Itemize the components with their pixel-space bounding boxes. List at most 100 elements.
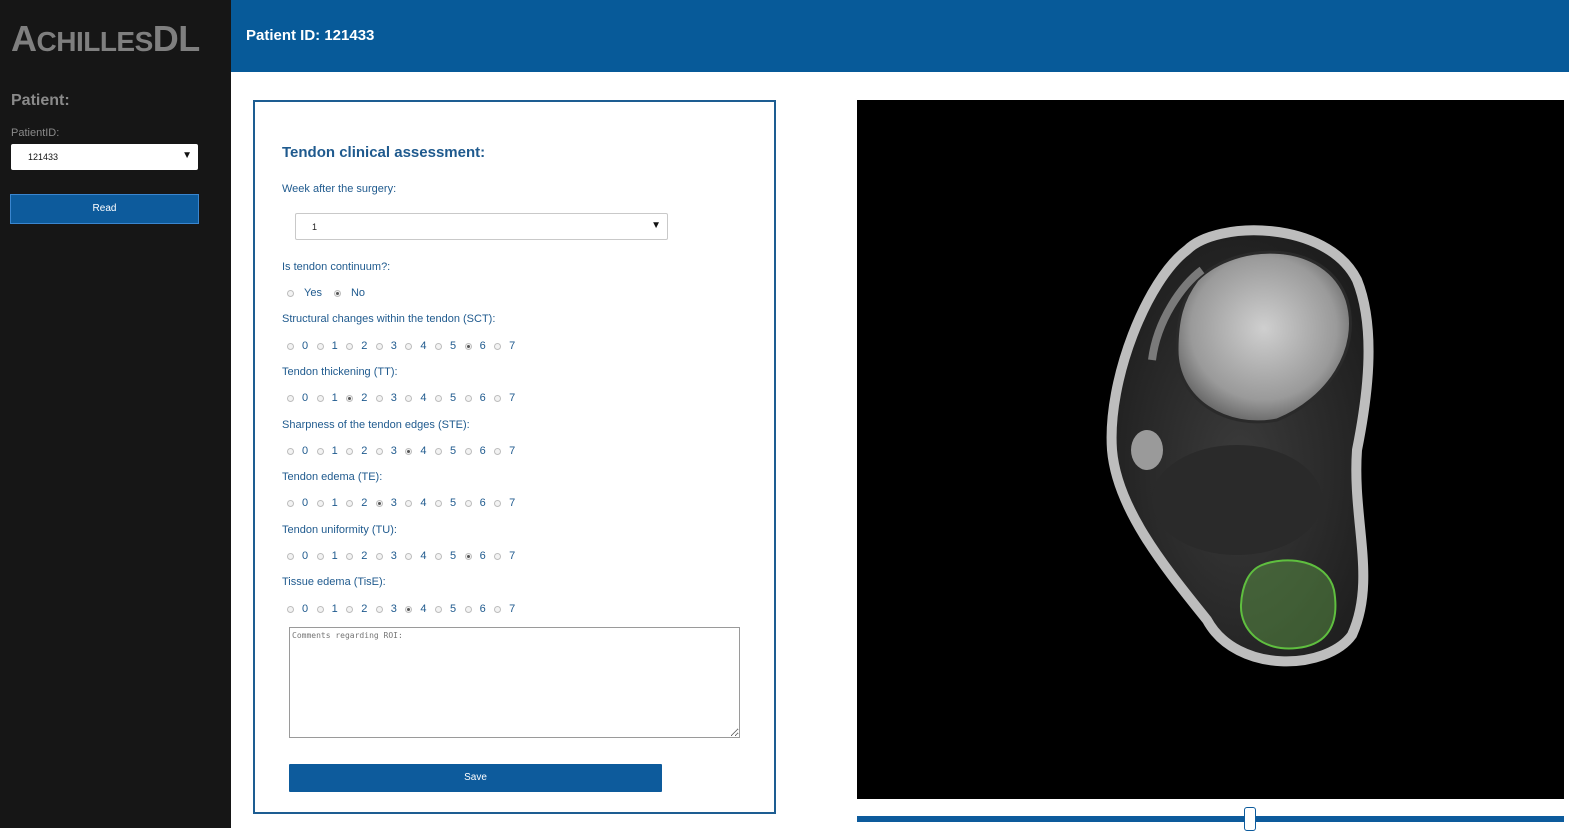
radio-button[interactable] — [464, 394, 472, 402]
radio-no[interactable] — [333, 289, 341, 297]
radio-button[interactable] — [405, 447, 413, 455]
radio-button[interactable] — [346, 342, 354, 350]
scale-option[interactable]: 5 — [434, 445, 465, 457]
scale-option[interactable]: 7 — [494, 603, 524, 615]
patient-id-select[interactable]: 121433 ▼ — [11, 144, 198, 170]
scale-option[interactable]: 6 — [464, 497, 495, 509]
scale-option[interactable]: 2 — [346, 497, 376, 509]
scale-option[interactable]: 3 — [375, 550, 406, 562]
read-button[interactable]: Read — [10, 194, 199, 224]
scale-option[interactable]: 3 — [375, 445, 406, 457]
week-select[interactable]: 1 ▼ — [295, 213, 668, 240]
radio-button[interactable] — [494, 499, 502, 507]
scale-option[interactable]: 6 — [464, 603, 495, 615]
scale-option[interactable]: 0 — [287, 497, 317, 509]
radio-button[interactable] — [434, 394, 442, 402]
scale-option[interactable]: 2 — [346, 340, 376, 352]
radio-button[interactable] — [346, 394, 354, 402]
scale-option[interactable]: 1 — [316, 550, 347, 562]
scale-option[interactable]: 5 — [434, 392, 465, 404]
radio-button[interactable] — [494, 342, 502, 350]
radio-button[interactable] — [494, 447, 502, 455]
scale-option[interactable]: 2 — [346, 445, 376, 457]
radio-button[interactable] — [287, 605, 294, 613]
scale-option[interactable]: 0 — [287, 445, 317, 457]
scale-option[interactable]: 1 — [316, 603, 347, 615]
radio-button[interactable] — [287, 499, 294, 507]
scale-option[interactable]: 4 — [405, 550, 435, 562]
scale-option[interactable]: 7 — [494, 550, 524, 562]
radio-button[interactable] — [375, 447, 383, 455]
scale-option[interactable]: 5 — [434, 603, 465, 615]
scale-option[interactable]: 1 — [316, 392, 347, 404]
radio-button[interactable] — [494, 605, 502, 613]
radio-button[interactable] — [287, 447, 294, 455]
scale-option[interactable]: 3 — [375, 497, 406, 509]
radio-button[interactable] — [434, 605, 442, 613]
continuum-option-no[interactable]: No — [333, 287, 365, 299]
radio-button[interactable] — [375, 394, 383, 402]
scale-option[interactable]: 0 — [287, 340, 317, 352]
radio-button[interactable] — [405, 394, 413, 402]
radio-button[interactable] — [434, 499, 442, 507]
radio-button[interactable] — [375, 499, 383, 507]
radio-button[interactable] — [405, 552, 413, 560]
radio-button[interactable] — [346, 499, 354, 507]
save-button[interactable]: Save — [289, 764, 662, 792]
scale-option[interactable]: 1 — [316, 445, 347, 457]
radio-button[interactable] — [346, 447, 354, 455]
scale-option[interactable]: 4 — [405, 340, 435, 352]
scale-option[interactable]: 5 — [434, 550, 465, 562]
scale-option[interactable]: 4 — [405, 445, 435, 457]
radio-button[interactable] — [464, 552, 472, 560]
radio-button[interactable] — [464, 342, 472, 350]
radio-button[interactable] — [434, 342, 442, 350]
radio-button[interactable] — [316, 447, 324, 455]
radio-button[interactable] — [405, 499, 413, 507]
radio-button[interactable] — [316, 342, 324, 350]
continuum-option-yes[interactable]: Yes — [287, 287, 322, 299]
radio-button[interactable] — [287, 552, 294, 560]
scale-option[interactable]: 5 — [434, 497, 465, 509]
radio-button[interactable] — [375, 552, 383, 560]
radio-button[interactable] — [464, 605, 472, 613]
radio-button[interactable] — [434, 552, 442, 560]
radio-button[interactable] — [316, 552, 324, 560]
scale-option[interactable]: 5 — [434, 340, 465, 352]
radio-button[interactable] — [434, 447, 442, 455]
radio-button[interactable] — [494, 552, 502, 560]
radio-button[interactable] — [405, 605, 413, 613]
scale-option[interactable]: 6 — [464, 392, 495, 404]
scale-option[interactable]: 6 — [464, 340, 495, 352]
scale-option[interactable]: 1 — [316, 340, 347, 352]
scale-option[interactable]: 6 — [464, 445, 495, 457]
radio-button[interactable] — [316, 499, 324, 507]
slice-slider-track[interactable] — [857, 816, 1564, 822]
scale-option[interactable]: 0 — [287, 550, 317, 562]
scale-option[interactable]: 2 — [346, 550, 376, 562]
scale-option[interactable]: 4 — [405, 603, 435, 615]
scale-option[interactable]: 2 — [346, 603, 376, 615]
scale-option[interactable]: 0 — [287, 392, 317, 404]
scale-option[interactable]: 3 — [375, 340, 406, 352]
radio-yes[interactable] — [287, 289, 294, 297]
radio-button[interactable] — [494, 394, 502, 402]
scale-option[interactable]: 7 — [494, 340, 524, 352]
radio-button[interactable] — [346, 605, 354, 613]
mri-viewer[interactable] — [857, 100, 1564, 799]
radio-button[interactable] — [316, 394, 324, 402]
radio-button[interactable] — [375, 342, 383, 350]
scale-option[interactable]: 3 — [375, 603, 406, 615]
scale-option[interactable]: 3 — [375, 392, 406, 404]
radio-button[interactable] — [287, 342, 294, 350]
scale-option[interactable]: 2 — [346, 392, 376, 404]
radio-button[interactable] — [375, 605, 383, 613]
radio-button[interactable] — [346, 552, 354, 560]
radio-button[interactable] — [405, 342, 413, 350]
scale-option[interactable]: 1 — [316, 497, 347, 509]
scale-option[interactable]: 4 — [405, 392, 435, 404]
scale-option[interactable]: 7 — [494, 497, 524, 509]
radio-button[interactable] — [316, 605, 324, 613]
radio-button[interactable] — [464, 447, 472, 455]
scale-option[interactable]: 0 — [287, 603, 317, 615]
